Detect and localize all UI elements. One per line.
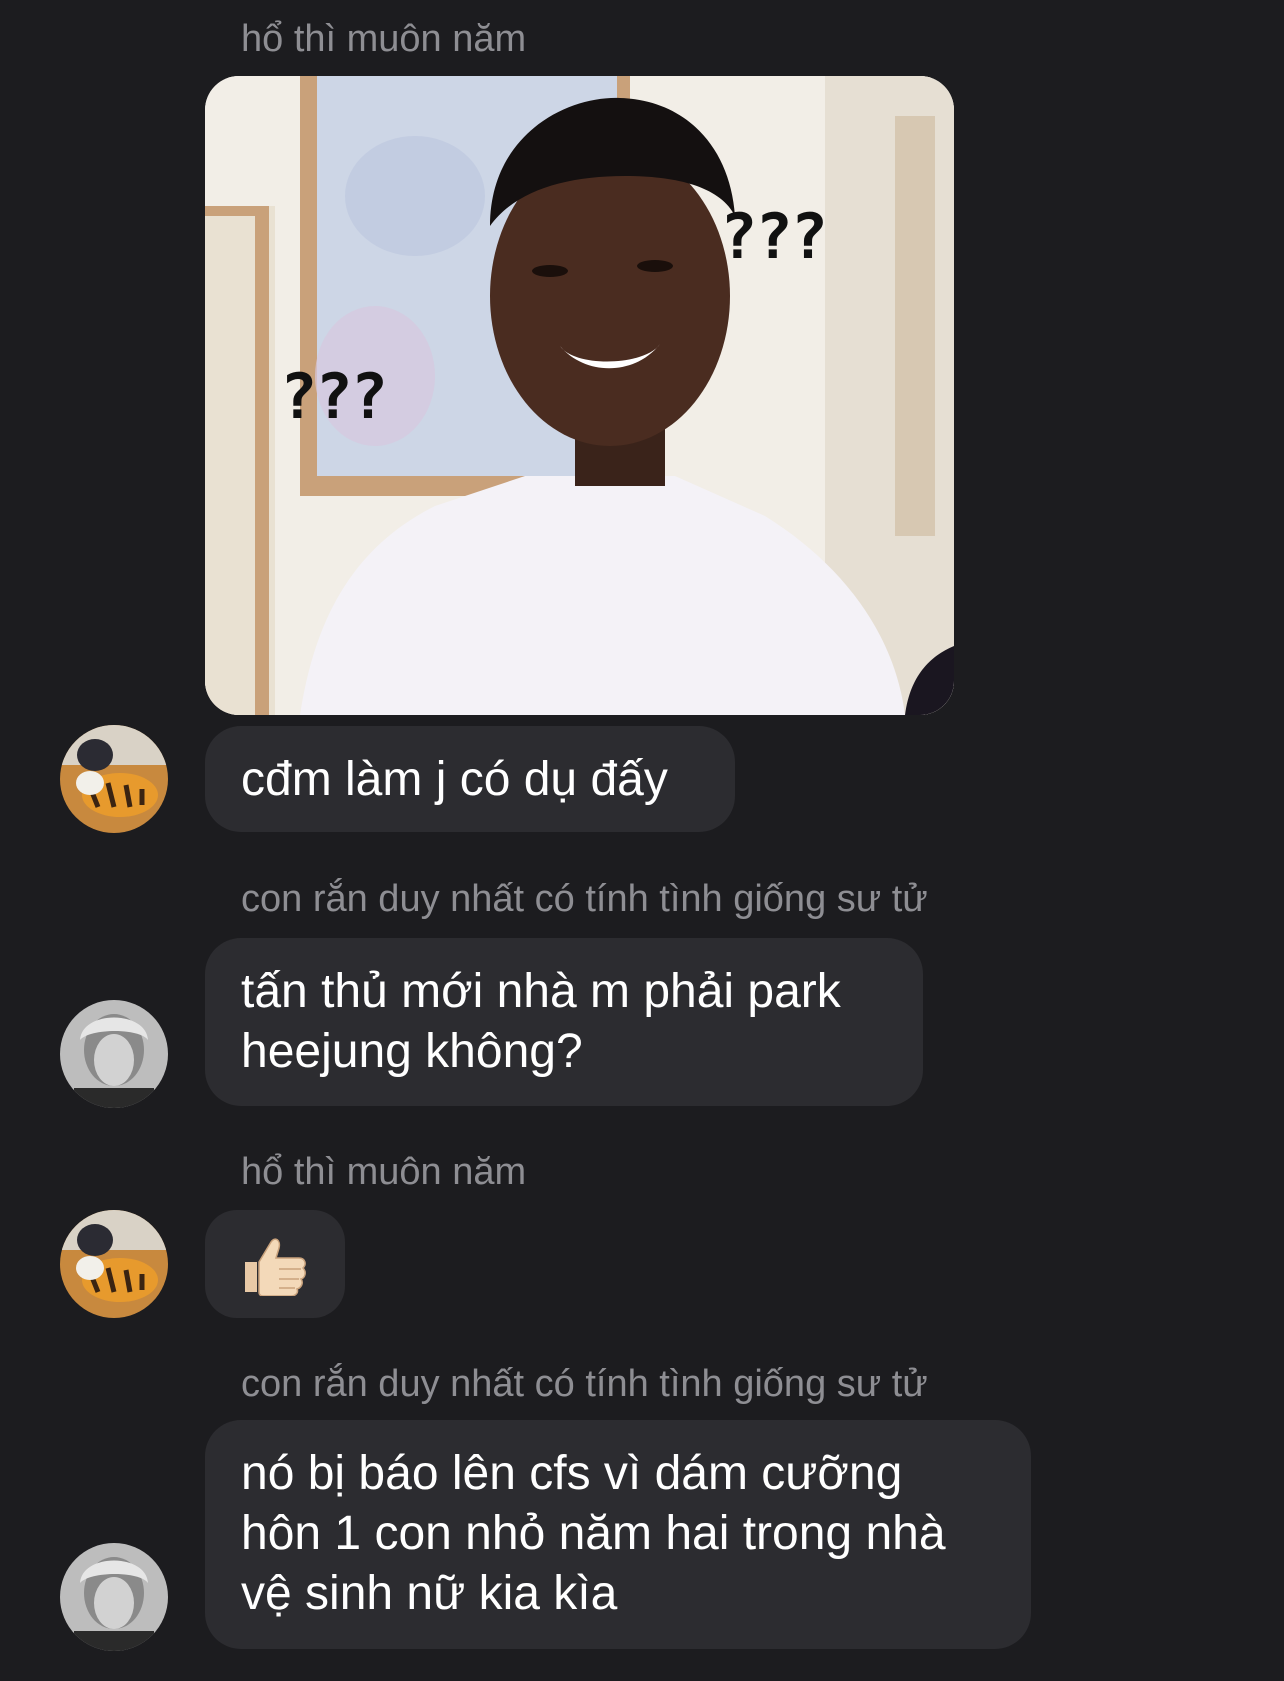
- avatar-portrait-image: [60, 1000, 168, 1108]
- message-bubble[interactable]: tấn thủ mới nhà m phải park heejung khôn…: [205, 938, 923, 1106]
- sender-name: con rắn duy nhất có tính tình giống sư t…: [241, 878, 928, 920]
- message-line: vệ sinh nữ kia kìa: [241, 1567, 618, 1620]
- avatar-portrait-image: [60, 1543, 168, 1651]
- message-bubble-emoji[interactable]: [205, 1210, 345, 1318]
- message-text: cđm làm j có dụ đấy: [241, 753, 668, 806]
- sender-name: con rắn duy nhất có tính tình giống sư t…: [241, 1363, 928, 1405]
- avatar-tiger-image: [60, 725, 168, 833]
- image-caption-right: ???: [720, 200, 828, 273]
- message-line: hôn 1 con nhỏ năm hai trong nhà: [241, 1507, 946, 1560]
- avatar-tiger[interactable]: [60, 725, 168, 833]
- message-line: nó bị báo lên cfs vì dám cưỡng: [241, 1447, 903, 1500]
- avatar-portrait[interactable]: [60, 1000, 168, 1108]
- message-line: tấn thủ mới nhà m phải park: [241, 965, 841, 1018]
- avatar-tiger-image: [60, 1210, 168, 1318]
- meme-image[interactable]: ??? ???: [205, 76, 954, 715]
- sender-name: hổ thì muôn năm: [241, 18, 527, 60]
- avatar-tiger[interactable]: [60, 1210, 168, 1318]
- avatar-portrait[interactable]: [60, 1543, 168, 1651]
- thumbs-up-icon: [245, 1238, 306, 1296]
- message-bubble[interactable]: cđm làm j có dụ đấy: [205, 726, 735, 832]
- message-bubble[interactable]: nó bị báo lên cfs vì dám cưỡng hôn 1 con…: [205, 1420, 1031, 1649]
- message-line: heejung không?: [241, 1025, 583, 1078]
- sender-name: hổ thì muôn năm: [241, 1151, 527, 1193]
- image-caption-left: ???: [280, 360, 388, 433]
